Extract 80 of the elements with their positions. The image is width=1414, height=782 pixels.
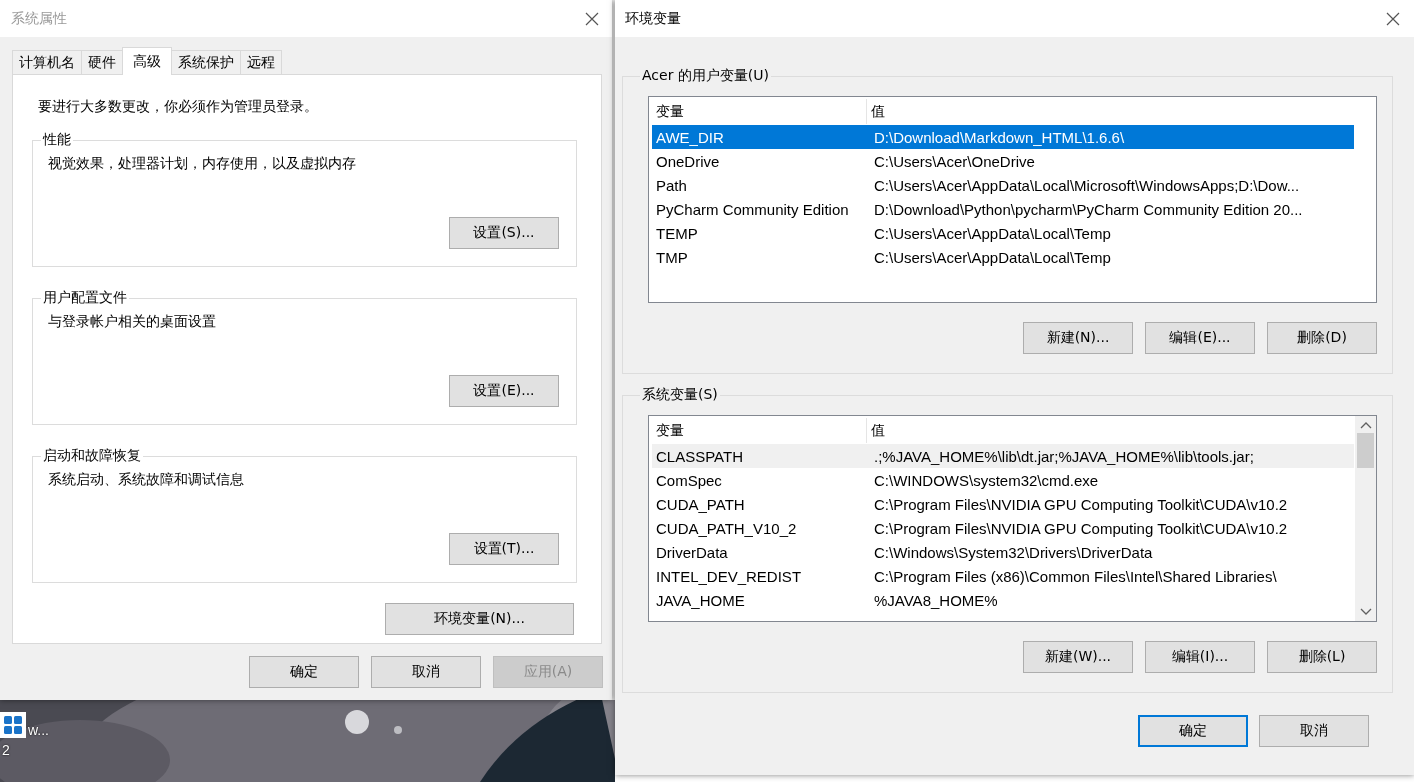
- column-header[interactable]: 值: [867, 418, 885, 443]
- window-title: 环境变量: [625, 9, 681, 28]
- list-action-button[interactable]: 删除(L): [1267, 641, 1377, 673]
- variable-row[interactable]: ComSpec C:\WINDOWS\system32\cmd.exe: [652, 468, 1354, 492]
- variable-row[interactable]: TEMP C:\Users\Acer\AppData\Local\Temp: [652, 221, 1354, 245]
- variable-row[interactable]: CLASSPATH .;%JAVA_HOME%\lib\dt.jar;%JAVA_HOME%\lib\tools.jar;: [652, 444, 1354, 468]
- variable-row[interactable]: CUDA_PATH C:\Program Files\NVIDIA GPU Computing Toolkit\CUDA\v10.2: [652, 492, 1354, 516]
- variable-row[interactable]: CUDA_PATH_V10_2 C:\Program Files\NVIDIA GPU Computing Toolkit\CUDA\v10.2: [652, 516, 1354, 540]
- variable-value: C:\Users\Acer\AppData\Local\Microsoft\WindowsApps;D:\Dow...: [873, 176, 1300, 194]
- variable-row[interactable]: INTEL_DEV_REDIST C:\Program Files (x86)\Common Files\Intel\Shared Libraries\: [652, 564, 1354, 588]
- variable-value: C:\Program Files\NVIDIA GPU Computing Toolkit\CUDA\v10.2: [873, 519, 1288, 537]
- variable-value: C:\Program Files\NVIDIA GPU Computing Toolkit\CUDA\v10.2: [873, 495, 1288, 513]
- group-title: 系统变量(S): [641, 386, 719, 404]
- icon-label: w...: [28, 722, 49, 738]
- variable-name: TMP: [655, 248, 689, 266]
- variable-value: D:\Download\Python\pycharm\PyCharm Community Edition 20...: [873, 200, 1303, 218]
- close-icon[interactable]: [1386, 11, 1400, 26]
- column-header[interactable]: 变量: [652, 99, 867, 124]
- app-icon[interactable]: [0, 712, 26, 738]
- environment-variables-button[interactable]: 环境变量(N)...: [385, 603, 574, 635]
- variable-row[interactable]: TMP C:\Users\Acer\AppData\Local\Temp: [652, 245, 1354, 269]
- notice-text: 要进行大多数更改，你必须作为管理员登录。: [38, 98, 319, 116]
- list-action-button[interactable]: 编辑(E)...: [1145, 322, 1255, 354]
- scrollbar[interactable]: [1355, 416, 1376, 621]
- variable-name: TEMP: [655, 224, 699, 242]
- scroll-down-icon[interactable]: [1359, 608, 1372, 616]
- group-description: 与登录帐户相关的桌面设置: [48, 313, 216, 329]
- list-action-button[interactable]: 编辑(I)...: [1145, 641, 1255, 673]
- variable-row[interactable]: AWE_DIR D:\Download\Markdown_HTML\1.6.6\: [652, 125, 1354, 149]
- variable-name: JAVA_HOME: [655, 591, 746, 609]
- variable-row[interactable]: PyCharm Community Edition D:\Download\Python\pycharm\PyCharm Community Edition 20...: [652, 197, 1354, 221]
- variable-name: OneDrive: [655, 152, 721, 170]
- dialog-button[interactable]: 取消: [1259, 715, 1369, 747]
- list-action-button[interactable]: 删除(D): [1267, 322, 1377, 354]
- group-description: 视觉效果，处理器计划，内存使用，以及虚拟内存: [48, 155, 356, 171]
- variable-value: .;%JAVA_HOME%\lib\dt.jar;%JAVA_HOME%\lib\tools.jar;: [873, 447, 1254, 465]
- group-title: 性能: [41, 131, 72, 149]
- close-icon[interactable]: [585, 11, 599, 26]
- group-description: 系统启动、系统故障和调试信息: [48, 471, 244, 487]
- variable-value: D:\Download\Markdown_HTML\1.6.6\: [873, 128, 1125, 146]
- variable-row[interactable]: Path C:\Users\Acer\AppData\Local\Microsoft\WindowsApps;D:\Dow...: [652, 173, 1354, 197]
- group-title: 启动和故障恢复: [42, 447, 142, 465]
- variable-name: ComSpec: [655, 471, 723, 489]
- settings-button[interactable]: 设置(E)...: [449, 375, 559, 407]
- column-header[interactable]: 值: [867, 99, 885, 124]
- list-action-button[interactable]: 新建(N)...: [1023, 322, 1133, 354]
- variable-name: PyCharm Community Edition: [655, 200, 850, 218]
- variable-name: CLASSPATH: [655, 447, 744, 465]
- variable-name: DriverData: [655, 543, 729, 561]
- variable-value: C:\Program Files (x86)\Common Files\Intel\Shared Libraries\: [873, 567, 1277, 585]
- dialog-button[interactable]: 确定: [249, 656, 359, 688]
- variable-name: INTEL_DEV_REDIST: [655, 567, 803, 585]
- icon-label: 2: [2, 742, 10, 758]
- group-title: Acer 的用户变量(U): [641, 67, 771, 85]
- variable-value: C:\WINDOWS\system32\cmd.exe: [873, 471, 1099, 489]
- variable-row[interactable]: DriverData C:\Windows\System32\Drivers\DriverData: [652, 540, 1354, 564]
- tab[interactable]: 计算机名: [12, 50, 82, 74]
- variable-name: CUDA_PATH_V10_2: [655, 519, 798, 537]
- settings-button[interactable]: 设置(T)...: [449, 533, 559, 565]
- variable-name: CUDA_PATH: [655, 495, 746, 513]
- variable-value: C:\Users\Acer\AppData\Local\Temp: [873, 248, 1111, 266]
- window-title: 系统属性: [11, 9, 67, 28]
- dialog-button[interactable]: 确定: [1138, 715, 1248, 747]
- tab[interactable]: 高级: [122, 47, 172, 75]
- scroll-thumb[interactable]: [1357, 433, 1374, 468]
- variable-value: C:\Users\Acer\OneDrive: [873, 152, 1035, 170]
- tab[interactable]: 远程: [240, 50, 282, 74]
- variable-name: Path: [655, 176, 688, 194]
- scroll-up-icon[interactable]: [1359, 421, 1372, 429]
- column-header[interactable]: 变量: [652, 418, 867, 443]
- variable-row[interactable]: OneDrive C:\Users\Acer\OneDrive: [652, 149, 1354, 173]
- group-title: 用户配置文件: [42, 289, 128, 307]
- settings-button[interactable]: 设置(S)...: [449, 217, 559, 249]
- list-action-button[interactable]: 新建(W)...: [1023, 641, 1133, 673]
- variable-value: C:\Users\Acer\AppData\Local\Temp: [873, 224, 1111, 242]
- variable-name: AWE_DIR: [655, 128, 725, 146]
- variable-value: %JAVA8_HOME%: [873, 591, 998, 609]
- variable-value: C:\Windows\System32\Drivers\DriverData: [873, 543, 1153, 561]
- variable-row[interactable]: JAVA_HOME %JAVA8_HOME%: [652, 588, 1354, 612]
- dialog-button[interactable]: 取消: [371, 656, 481, 688]
